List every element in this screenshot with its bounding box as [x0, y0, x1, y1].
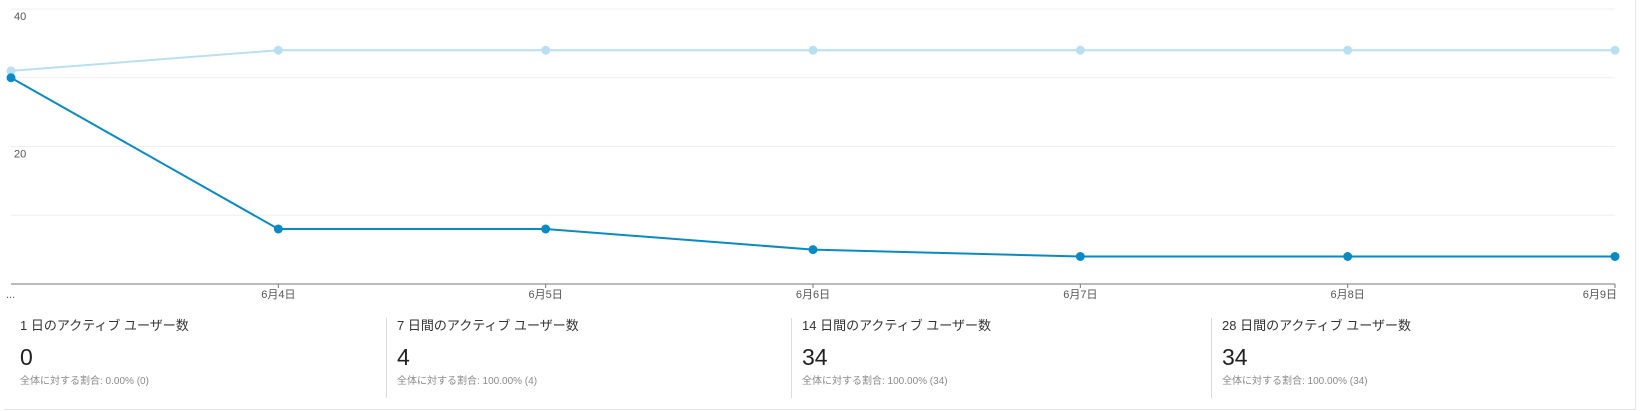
metric-14-day[interactable]: 14 日間のアクティブ ユーザー数 34 全体に対する割合: 100.00% (…: [791, 318, 1211, 398]
series-1-point: [1343, 45, 1353, 55]
series-2-point: [1075, 252, 1085, 261]
active-users-line-chart: 20 40... 6月4日 6月5日 6月6日 6月7日 6月8日 6月9日: [6, 8, 1620, 301]
metric-value: 34: [1222, 344, 1248, 370]
metric-share: 全体に対する割合: 100.00% (4): [397, 376, 538, 387]
metric-1-day[interactable]: 1 日のアクティブ ユーザー数 0 全体に対する割合: 0.00% (0): [10, 318, 386, 398]
x-tick-label: 6月8日: [1331, 289, 1365, 301]
metric-value: 4: [397, 344, 410, 370]
x-tick-label: 6月7日: [1063, 289, 1097, 301]
y-tick-label: 20: [14, 149, 26, 161]
metric-value: 34: [802, 344, 828, 370]
series-1-point: [1610, 45, 1620, 55]
series-1-point: [1075, 45, 1085, 55]
metric-label: 28 日間のアクティブ ユーザー数: [1222, 318, 1411, 333]
series-2-point: [808, 245, 818, 255]
series-1-point: [808, 45, 818, 55]
series-2-point: [6, 73, 16, 83]
x-tick-label: 6月5日: [529, 289, 563, 301]
metric-share: 全体に対する割合: 0.00% (0): [20, 376, 149, 387]
series-2-point: [273, 224, 283, 234]
x-tick-label: ...: [6, 289, 15, 301]
series-2-point: [541, 224, 551, 234]
series-1-point: [541, 45, 551, 55]
metric-label: 14 日間のアクティブ ユーザー数: [802, 318, 991, 333]
metric-label: 7 日間のアクティブ ユーザー数: [397, 318, 579, 333]
metric-value: 0: [20, 344, 33, 370]
series-2-point: [1610, 252, 1620, 261]
metrics-row: 1 日のアクティブ ユーザー数 0 全体に対する割合: 0.00% (0) 7 …: [0, 312, 1640, 402]
metric-7-day[interactable]: 7 日間のアクティブ ユーザー数 4 全体に対する割合: 100.00% (4): [386, 318, 791, 398]
series-2-point: [1343, 252, 1353, 261]
metric-28-day[interactable]: 28 日間のアクティブ ユーザー数 34 全体に対する割合: 100.00% (…: [1211, 318, 1631, 398]
y-tick-label: 40: [14, 11, 26, 23]
metric-share: 全体に対する割合: 100.00% (34): [1222, 376, 1368, 387]
series-1-point: [273, 45, 283, 55]
x-tick-label: 6月9日: [1583, 289, 1617, 301]
series-2-line: [10, 76, 1615, 258]
x-tick-label: 6月6日: [796, 289, 830, 301]
metric-share: 全体に対する割合: 100.00% (34): [802, 376, 948, 387]
x-tick-label: 6月4日: [261, 289, 295, 301]
metric-label: 1 日のアクティブ ユーザー数: [20, 318, 189, 333]
